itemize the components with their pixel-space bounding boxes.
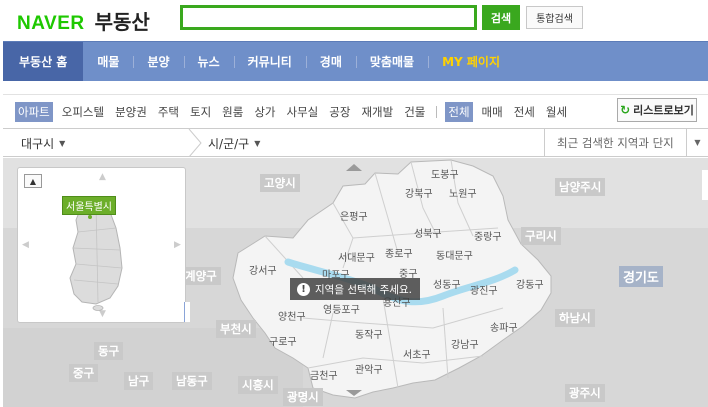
korea-minimap[interactable]: ▲ ▲ ◀ ▶ ▼ 서울특별시 xyxy=(17,167,186,323)
nav-item-presale[interactable]: 분양 xyxy=(133,42,183,81)
filter-deal-sale[interactable]: 매매 xyxy=(480,103,505,121)
place-label-donggu[interactable]: 동구 xyxy=(94,342,124,360)
filter-type-factory[interactable]: 공장 xyxy=(327,103,352,121)
district-label-songpa[interactable]: 송파구 xyxy=(490,319,518,334)
district-label-geumcheon[interactable]: 금천구 xyxy=(310,367,338,382)
district-label-nowon[interactable]: 노원구 xyxy=(449,185,477,200)
place-label-namyangju[interactable]: 남양주시 xyxy=(555,178,606,196)
property-filter-bar: 아파트 오피스텔 분양권 주택 토지 원룸 상가 사무실 공장 재개발 건물 전… xyxy=(3,94,708,128)
list-view-button[interactable]: ↻ 리스트로보기 xyxy=(617,98,697,122)
place-label-bucheon[interactable]: 부천시 xyxy=(216,320,256,338)
place-label-gwangmyeong[interactable]: 광명시 xyxy=(283,388,323,406)
district-label-gangseo[interactable]: 강서구 xyxy=(249,262,277,277)
filter-type-officetel[interactable]: 오피스텔 xyxy=(60,103,106,121)
list-view-label: 리스트로보기 xyxy=(633,104,694,117)
district-label-gwangjin[interactable]: 광진구 xyxy=(470,282,498,297)
place-label-gyeonggi[interactable]: 경기도 xyxy=(619,266,663,287)
logo-service[interactable]: 부동산 xyxy=(95,6,150,35)
filter-deal-monthly[interactable]: 월세 xyxy=(544,103,569,121)
district-select[interactable]: 시/군/구 ▼ xyxy=(208,129,260,157)
map-edge-control xyxy=(702,170,708,200)
district-label-dongjak[interactable]: 동작구 xyxy=(355,326,383,341)
breadcrumb-chevron-icon xyxy=(188,129,202,157)
filter-type-redevelopment[interactable]: 재개발 xyxy=(359,103,395,121)
district-label-gangdong[interactable]: 강동구 xyxy=(516,276,544,291)
filter-type-apartment[interactable]: 아파트 xyxy=(15,101,53,122)
nav-item-listings[interactable]: 매물 xyxy=(83,42,133,81)
district-label-seodaemun[interactable]: 서대문구 xyxy=(338,249,375,264)
notice-text: 지역을 선택해 주세요. xyxy=(315,283,412,296)
filter-type-shop[interactable]: 상가 xyxy=(252,103,277,121)
place-label-gwangju[interactable]: 광주시 xyxy=(565,384,605,402)
district-label-guro[interactable]: 구로구 xyxy=(269,333,297,348)
district-label-jungnang[interactable]: 중랑구 xyxy=(474,228,502,243)
naver-logo[interactable]: NAVER 부동산 xyxy=(17,6,150,35)
integrated-search-button[interactable]: 통합검색 xyxy=(526,6,583,29)
recent-search-select[interactable]: 최근 검색한 지역과 단지 ▼ xyxy=(544,129,708,157)
place-label-goyang[interactable]: 고양시 xyxy=(260,174,300,192)
filter-type-studio[interactable]: 원룸 xyxy=(220,103,245,121)
map-divider-bar xyxy=(184,302,190,322)
caret-down-icon: ▼ xyxy=(59,138,66,148)
dropdown-arrow-icon[interactable]: ▼ xyxy=(686,129,708,156)
place-label-guri[interactable]: 구리시 xyxy=(521,227,561,245)
nav-item-my-page[interactable]: MY 페이지 xyxy=(428,42,514,81)
region-select-bar: 대구시 ▼ 시/군/구 ▼ 최근 검색한 지역과 단지 ▼ xyxy=(3,128,708,157)
caret-down-icon: ▼ xyxy=(254,138,261,148)
filter-type-presale-right[interactable]: 분양권 xyxy=(113,103,149,121)
district-label-jongno[interactable]: 종로구 xyxy=(385,245,413,260)
alert-icon: ! xyxy=(297,282,310,296)
city-select-value: 대구시 xyxy=(21,136,55,151)
filter-type-land[interactable]: 토지 xyxy=(188,103,213,121)
nav-item-auction[interactable]: 경매 xyxy=(305,42,356,81)
top-header: NAVER 부동산 검색 통합검색 xyxy=(0,0,708,40)
main-nav: 부동산 홈 매물 분양 뉴스 커뮤니티 경매 맞춤매물 MY 페이지 xyxy=(3,41,708,81)
filter-deal-jeonse[interactable]: 전세 xyxy=(512,103,537,121)
select-region-notice: ! 지역을 선택해 주세요. xyxy=(290,278,420,300)
nav-item-news[interactable]: 뉴스 xyxy=(183,42,234,81)
nav-item-home[interactable]: 부동산 홈 xyxy=(3,42,84,81)
korea-peninsula-shape xyxy=(69,203,123,311)
district-label-gangnam[interactable]: 강남구 xyxy=(451,336,479,351)
place-label-namdong[interactable]: 남동구 xyxy=(172,372,212,390)
refresh-icon: ↻ xyxy=(620,103,631,117)
city-select[interactable]: 대구시 ▼ xyxy=(21,129,65,157)
filter-deal-all[interactable]: 전체 xyxy=(445,101,473,122)
district-label-gwanak[interactable]: 관악구 xyxy=(355,361,383,376)
district-label-seongbuk[interactable]: 성북구 xyxy=(414,225,442,240)
district-label-yangcheon[interactable]: 양천구 xyxy=(278,308,306,323)
minimap-region-label[interactable]: 서울특별시 xyxy=(62,196,116,215)
place-label-junggu[interactable]: 중구 xyxy=(69,364,99,382)
nav-item-custom-listings[interactable]: 맞춤매물 xyxy=(355,42,428,81)
district-label-eunpyeong[interactable]: 은평구 xyxy=(340,208,368,223)
logo-brand[interactable]: NAVER xyxy=(17,13,85,35)
district-label-dongdaemun[interactable]: 동대문구 xyxy=(436,247,473,262)
district-label-gangbuk[interactable]: 강북구 xyxy=(405,185,433,200)
district-label-seocho[interactable]: 서초구 xyxy=(403,346,431,361)
place-label-siheung[interactable]: 시흥시 xyxy=(238,376,278,394)
place-label-namgu[interactable]: 남구 xyxy=(124,372,154,390)
filter-type-house[interactable]: 주택 xyxy=(156,103,181,121)
search-button[interactable]: 검색 xyxy=(482,5,520,30)
map-area[interactable]: 고양시 남양주시 구리시 경기도 하남시 계양구 부천시 동구 중구 남구 남동… xyxy=(3,158,708,407)
place-label-hanam[interactable]: 하남시 xyxy=(555,309,595,327)
district-label-dobong[interactable]: 도봉구 xyxy=(431,166,459,181)
filter-type-office[interactable]: 사무실 xyxy=(285,103,321,121)
district-label-yeongdeungpo[interactable]: 영등포구 xyxy=(323,301,360,316)
district-select-value: 시/군/구 xyxy=(208,136,250,151)
filter-divider xyxy=(436,105,438,118)
search-input[interactable] xyxy=(180,5,477,30)
filter-type-building[interactable]: 건물 xyxy=(402,103,427,121)
recent-search-placeholder: 최근 검색한 지역과 단지 xyxy=(557,136,674,150)
district-label-seongdong[interactable]: 성동구 xyxy=(433,276,461,291)
nav-item-community[interactable]: 커뮤니티 xyxy=(233,42,306,81)
